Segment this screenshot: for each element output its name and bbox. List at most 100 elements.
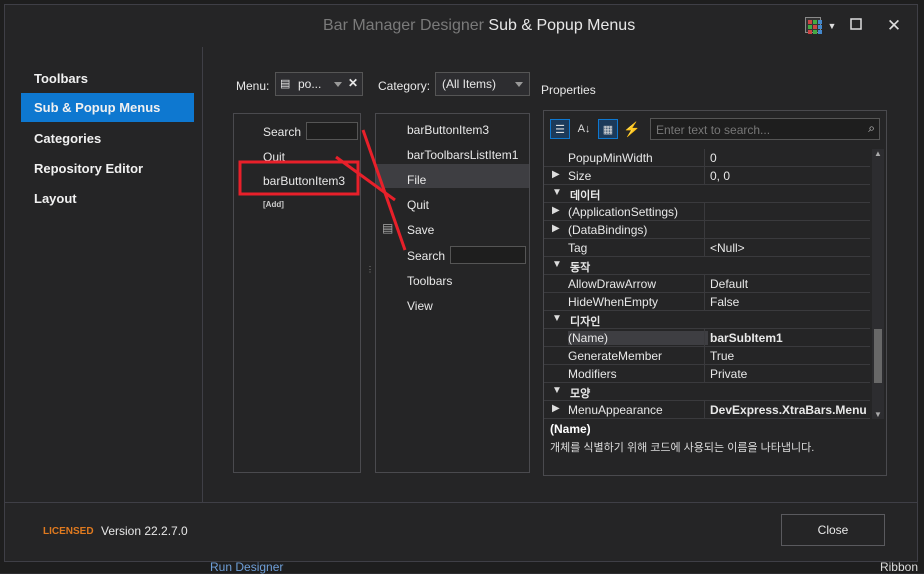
- property-name: 동작: [570, 262, 591, 274]
- description-text: 개체를 식별하기 위해 코드에 사용되는 이름을 나타냅니다.: [550, 442, 815, 454]
- scroll-up-icon[interactable]: ▲: [874, 149, 882, 158]
- sidebar-item-sub-popup-menus[interactable]: Sub & Popup Menus: [21, 93, 194, 122]
- menu-dropdown[interactable]: ▤ po... ✕: [275, 72, 363, 96]
- property-row[interactable]: Tag <Null>: [544, 239, 870, 257]
- property-row[interactable]: AllowDrawArrow Default: [544, 275, 870, 293]
- property-row[interactable]: PopupMinWidth 0: [544, 149, 870, 167]
- expand-icon[interactable]: ▶: [552, 403, 562, 414]
- layout-grid-icon[interactable]: [805, 17, 822, 34]
- property-name: Tag: [568, 241, 588, 255]
- splitter-grip-icon[interactable]: ⋮: [366, 265, 374, 277]
- list-item[interactable]: barToolbarsListItem1: [407, 148, 518, 162]
- licensed-badge: LICENSED: [43, 526, 94, 537]
- list-item[interactable]: View: [407, 299, 433, 313]
- available-items-panel: barButtonItem3 barToolbarsListItem1 File…: [375, 113, 530, 473]
- add-item-link[interactable]: [Add]: [263, 200, 284, 209]
- property-row[interactable]: ▶ (DataBindings): [544, 221, 870, 239]
- categorized-icon[interactable]: ☰: [550, 119, 570, 139]
- footer-divider: [5, 502, 917, 503]
- collapse-icon[interactable]: ▼: [552, 259, 562, 270]
- property-category-row[interactable]: ▼ 디자인: [544, 311, 870, 329]
- category-dropdown[interactable]: (All Items): [435, 72, 530, 96]
- property-value[interactable]: Private: [710, 367, 870, 381]
- column-divider: [704, 239, 705, 257]
- column-divider: [704, 347, 705, 365]
- menu-label: Menu:: [236, 79, 270, 93]
- collapse-icon[interactable]: ▼: [552, 385, 562, 396]
- chevron-down-icon: [515, 82, 523, 87]
- list-item[interactable]: Search: [407, 249, 445, 263]
- property-category-row[interactable]: ▼ 데이터: [544, 185, 870, 203]
- property-value[interactable]: 0, 0: [710, 169, 870, 183]
- property-grid: ☰ A↓ ▦ ⚡ Enter text to search... ⌕ Popup…: [543, 110, 887, 476]
- property-name: (ApplicationSettings): [568, 205, 679, 219]
- property-row[interactable]: ▶ MenuAppearance DevExpress.XtraBars.Menu: [544, 401, 870, 419]
- property-name: PopupMinWidth: [568, 151, 653, 165]
- property-search-input[interactable]: Enter text to search... ⌕: [650, 118, 880, 140]
- menu-item-search[interactable]: Search: [263, 125, 301, 139]
- designer-window: Bar Manager Designer Sub & Popup Menus ▼…: [4, 4, 918, 562]
- property-value[interactable]: <Null>: [710, 241, 870, 255]
- list-item[interactable]: Save: [407, 223, 434, 237]
- properties-icon[interactable]: ▦: [598, 119, 618, 139]
- sidebar-item-categories[interactable]: Categories: [21, 124, 194, 153]
- scroll-down-icon[interactable]: ▼: [874, 410, 882, 419]
- property-value[interactable]: Default: [710, 277, 870, 291]
- menu-dropdown-value: po...: [298, 77, 322, 91]
- column-divider: [704, 203, 705, 221]
- menu-item-barbuttonitem3[interactable]: barButtonItem3: [263, 174, 345, 188]
- sidebar: Toolbars Sub & Popup Menus Categories Re…: [5, 47, 203, 502]
- property-row[interactable]: ▶ (ApplicationSettings): [544, 203, 870, 221]
- property-row[interactable]: HideWhenEmpty False: [544, 293, 870, 311]
- search-edit-box[interactable]: [450, 246, 526, 264]
- title-bar: Bar Manager Designer Sub & Popup Menus ▼…: [5, 5, 917, 47]
- property-value[interactable]: False: [710, 295, 870, 309]
- list-item[interactable]: barButtonItem3: [407, 123, 489, 137]
- close-icon[interactable]: ✕: [885, 17, 903, 35]
- list-item[interactable]: Quit: [407, 198, 429, 212]
- property-name: Modifiers: [568, 367, 617, 381]
- property-row[interactable]: ▶ Size 0, 0: [544, 167, 870, 185]
- property-scrollbar[interactable]: ▲ ▼: [872, 149, 884, 419]
- property-value[interactable]: barSubItem1: [710, 331, 870, 345]
- property-name: 모양: [570, 388, 591, 400]
- property-category-row[interactable]: ▼ 모양: [544, 383, 870, 401]
- expand-icon[interactable]: ▶: [552, 223, 562, 234]
- close-button[interactable]: Close: [781, 514, 885, 546]
- version-label: Version 22.2.7.0: [101, 524, 188, 538]
- background-ribbon-label: Ribbon: [879, 560, 918, 574]
- events-icon[interactable]: ⚡: [622, 119, 642, 139]
- sidebar-item-layout[interactable]: Layout: [21, 184, 194, 213]
- collapse-icon[interactable]: ▼: [552, 187, 562, 198]
- expand-icon[interactable]: ▶: [552, 205, 562, 216]
- expand-icon[interactable]: ▶: [552, 169, 562, 180]
- sidebar-item-repository-editor[interactable]: Repository Editor: [21, 154, 194, 183]
- property-value[interactable]: DevExpress.XtraBars.Menu: [710, 403, 870, 417]
- menu-item-quit[interactable]: Quit: [263, 150, 285, 164]
- property-category-row[interactable]: ▼ 동작: [544, 257, 870, 275]
- property-value[interactable]: 0: [710, 151, 870, 165]
- chevron-down-icon[interactable]: ▼: [823, 17, 841, 35]
- property-value[interactable]: True: [710, 349, 870, 363]
- column-divider: [704, 167, 705, 185]
- scrollbar-thumb[interactable]: [874, 329, 882, 383]
- search-edit-box[interactable]: [306, 122, 358, 140]
- column-divider: [704, 329, 705, 347]
- maximize-icon[interactable]: [847, 17, 865, 35]
- property-name: GenerateMember: [568, 349, 663, 363]
- sidebar-item-toolbars[interactable]: Toolbars: [21, 64, 194, 93]
- menu-items-panel: Search Quit barButtonItem3 [Add]: [233, 113, 361, 473]
- property-name: AllowDrawArrow: [568, 277, 657, 291]
- property-rows: PopupMinWidth 0 ▶ Size 0, 0 ▼ 데이터 ▶ (Application…: [544, 149, 886, 419]
- property-row[interactable]: GenerateMember True: [544, 347, 870, 365]
- collapse-icon[interactable]: ▼: [552, 313, 562, 324]
- popup-menu-icon: ▤: [280, 78, 291, 90]
- clear-icon[interactable]: ✕: [348, 76, 358, 90]
- property-row[interactable]: Modifiers Private: [544, 365, 870, 383]
- property-name: Size: [568, 169, 592, 183]
- property-row[interactable]: (Name) barSubItem1: [544, 329, 870, 347]
- sort-alphabetical-icon[interactable]: A↓: [574, 119, 594, 139]
- list-item[interactable]: File: [407, 173, 426, 187]
- property-name: MenuAppearance: [568, 403, 663, 417]
- list-item[interactable]: Toolbars: [407, 274, 452, 288]
